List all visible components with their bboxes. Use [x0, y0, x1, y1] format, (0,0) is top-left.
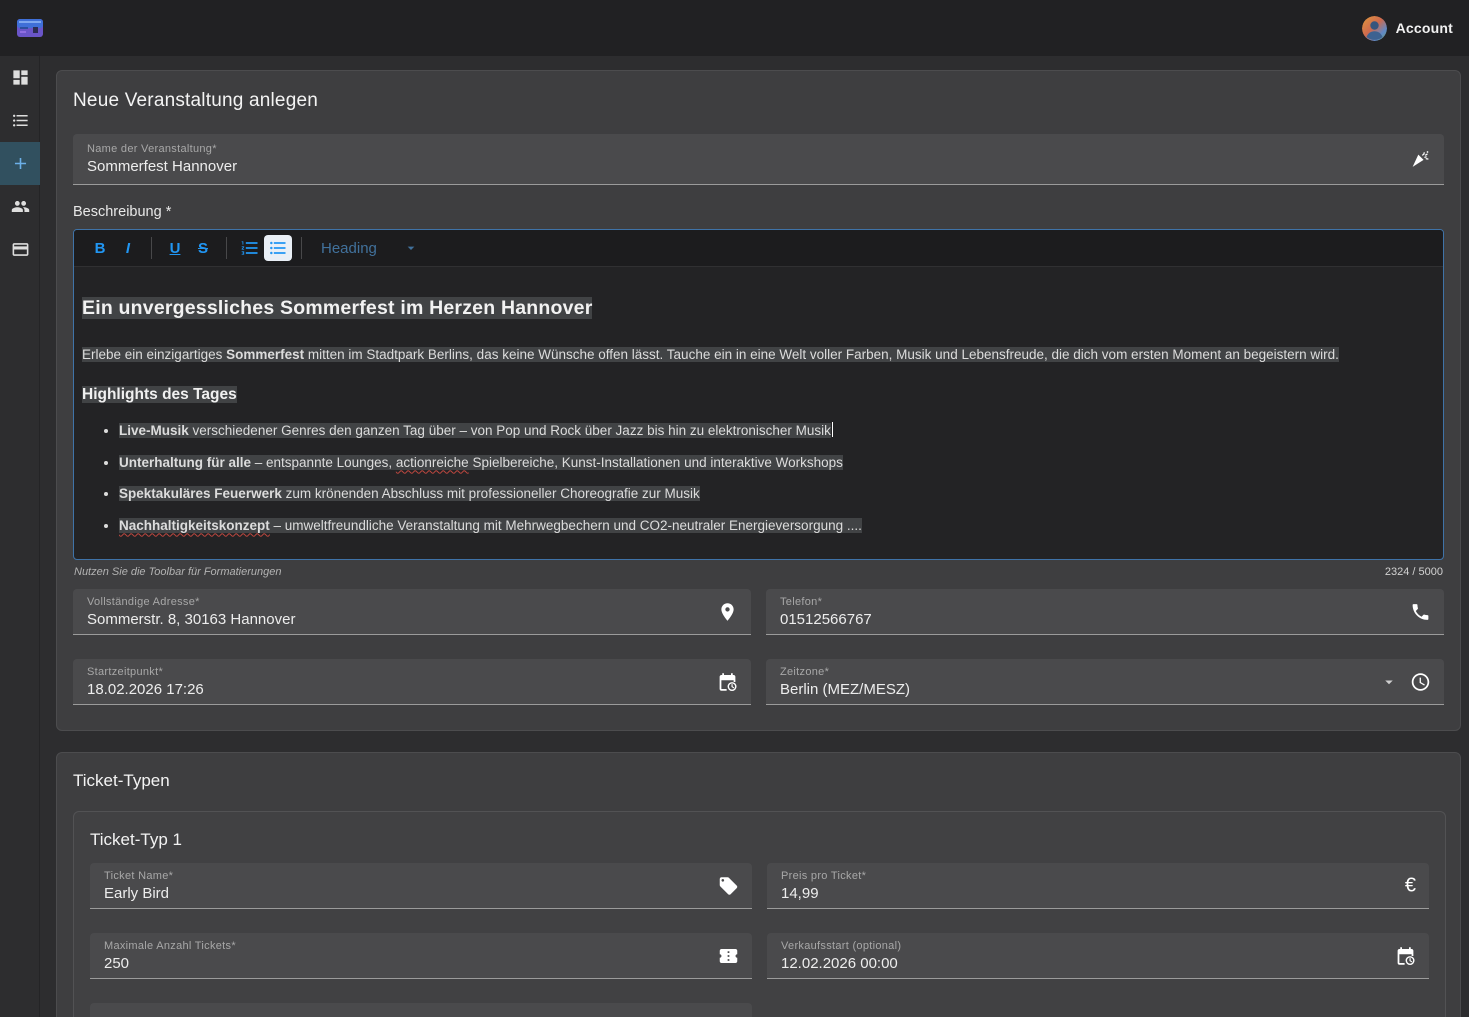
phone-label: Telefon*: [780, 596, 1396, 608]
text-cursor: [832, 422, 834, 437]
editor-bullet-list: Live-Musik verschiedener Genres den ganz…: [82, 422, 1435, 533]
heading-select-label: Heading: [321, 240, 377, 257]
bold-button[interactable]: B: [86, 235, 114, 261]
timezone-label: Zeitzone*: [780, 666, 1396, 678]
ticket-price-field[interactable]: Preis pro Ticket* 14,99 €: [767, 863, 1429, 909]
location-pin-icon: [717, 601, 738, 622]
ticket-section-title: Ticket-Typen: [73, 771, 1444, 791]
ordered-list-icon: [240, 238, 260, 258]
phone-value: 01512566767: [780, 611, 1396, 628]
dashboard-icon: [11, 68, 30, 87]
phone-icon: [1410, 601, 1431, 622]
ticket-name-field[interactable]: Ticket Name* Early Bird: [90, 863, 752, 909]
plus-icon: [11, 154, 30, 173]
app-window: Account Neue Veranstaltung anlegen Name …: [0, 0, 1469, 1017]
account-label: Account: [1396, 20, 1453, 36]
strikethrough-button[interactable]: S: [189, 235, 217, 261]
sidebar-item-event-list[interactable]: [0, 99, 40, 142]
event-form-card: Neue Veranstaltung anlegen Name der Vera…: [56, 70, 1461, 731]
list-item: Spektakuläres Feuerwerk zum krönenden Ab…: [119, 486, 1435, 501]
address-field[interactable]: Vollständige Adresse* Sommerstr. 8, 3016…: [73, 589, 751, 635]
ticket-types-card: Ticket-Typen Ticket-Typ 1 Ticket Name* E…: [56, 752, 1461, 1017]
ticket-price-value: 14,99: [781, 885, 1381, 902]
toolbar-divider: [151, 237, 152, 259]
editor-content[interactable]: Ein unvergessliches Sommerfest im Herzen…: [74, 267, 1443, 533]
sidebar-item-attendees[interactable]: [0, 185, 40, 228]
heading-select[interactable]: Heading: [321, 240, 419, 257]
event-name-field[interactable]: Name der Veranstaltung* Sommerfest Hanno…: [73, 134, 1444, 185]
tag-icon: [718, 875, 739, 896]
calendar-clock-icon[interactable]: [717, 671, 738, 692]
editor-paragraph: Erlebe ein einzigartiges Sommerfest mitt…: [82, 347, 1435, 362]
sale-start-field[interactable]: Verkaufsstart (optional) 12.02.2026 00:0…: [767, 933, 1429, 979]
editor-hint-row: Nutzen Sie die Toolbar für Formatierunge…: [74, 566, 1443, 578]
start-datetime-field[interactable]: Startzeitpunkt* 18.02.2026 17:26: [73, 659, 751, 705]
ticket-type-1-card: Ticket-Typ 1 Ticket Name* Early Bird Pre…: [73, 811, 1446, 1017]
editor-toolbar: B I U S Heading: [74, 230, 1443, 267]
list-item: Nachhaltigkeitskonzept – umweltfreundlic…: [119, 518, 1435, 533]
address-value: Sommerstr. 8, 30163 Hannover: [87, 611, 703, 628]
sale-end-field[interactable]: Verkaufsende (optional): [90, 1003, 752, 1017]
timezone-field[interactable]: Zeitzone* Berlin (MEZ/MESZ): [766, 659, 1444, 705]
account-button[interactable]: Account: [1362, 16, 1453, 41]
format-hint: Nutzen Sie die Toolbar für Formatierunge…: [74, 566, 282, 578]
sidebar-item-billing[interactable]: [0, 228, 40, 271]
calendar-clock-icon[interactable]: [1395, 945, 1416, 966]
underline-button[interactable]: U: [161, 235, 189, 261]
sidebar-item-add-event[interactable]: [0, 142, 40, 185]
address-label: Vollständige Adresse*: [87, 596, 703, 608]
list-item: Live-Musik verschiedener Genres den ganz…: [119, 422, 1435, 438]
app-logo-icon[interactable]: [16, 17, 44, 39]
phone-field[interactable]: Telefon* 01512566767: [766, 589, 1444, 635]
sale-start-label: Verkaufsstart (optional): [781, 940, 1381, 952]
bullet-list-icon: [268, 238, 288, 258]
description-label: Beschreibung *: [73, 204, 1444, 220]
ticket-max-label: Maximale Anzahl Tickets*: [104, 940, 704, 952]
sidebar-item-dashboard[interactable]: [0, 56, 40, 99]
ticket-max-value: 250: [104, 955, 704, 972]
toolbar-divider: [226, 237, 227, 259]
sale-start-value: 12.02.2026 00:00: [781, 955, 1381, 972]
party-popper-icon: [1410, 149, 1431, 170]
credit-card-icon: [11, 240, 30, 259]
chevron-down-icon: [403, 240, 419, 256]
topbar: Account: [0, 0, 1469, 56]
start-datetime-value: 18.02.2026 17:26: [87, 681, 703, 698]
dropdown-arrow-icon[interactable]: [1380, 673, 1398, 691]
rich-text-editor: B I U S Heading Ein unvergess: [73, 229, 1444, 560]
char-counter: 2324 / 5000: [1385, 566, 1443, 578]
timezone-value: Berlin (MEZ/MESZ): [780, 681, 1396, 698]
people-icon: [11, 197, 30, 216]
bullet-list-button[interactable]: [264, 235, 292, 261]
ticket-name-label: Ticket Name*: [104, 870, 704, 882]
ordered-list-button[interactable]: [236, 235, 264, 261]
clock-icon: [1410, 671, 1431, 692]
ticket-max-field[interactable]: Maximale Anzahl Tickets* 250: [90, 933, 752, 979]
list-item: Unterhaltung für alle – entspannte Loung…: [119, 455, 1435, 470]
ticket-name-value: Early Bird: [104, 885, 704, 902]
toolbar-divider: [301, 237, 302, 259]
ticket-type-title: Ticket-Typ 1: [90, 830, 1429, 850]
sidebar: [0, 56, 40, 1017]
list-icon: [11, 111, 30, 130]
ticket-price-label: Preis pro Ticket*: [781, 870, 1381, 882]
editor-heading: Ein unvergessliches Sommerfest im Herzen…: [82, 297, 1435, 320]
italic-button[interactable]: I: [114, 235, 142, 261]
page-title: Neue Veranstaltung anlegen: [73, 90, 1444, 112]
euro-icon: €: [1405, 875, 1416, 896]
ticket-icon: [718, 945, 739, 966]
editor-subheading: Highlights des Tages: [82, 386, 1435, 404]
start-datetime-label: Startzeitpunkt*: [87, 666, 703, 678]
event-name-label: Name der Veranstaltung*: [87, 143, 1396, 155]
event-name-value: Sommerfest Hannover: [87, 158, 1396, 175]
avatar: [1362, 16, 1387, 41]
